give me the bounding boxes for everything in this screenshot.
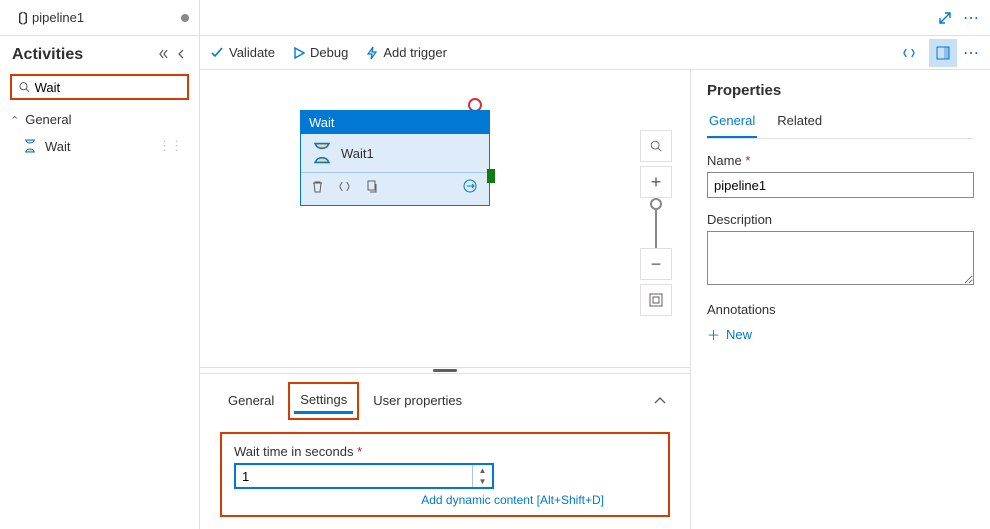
properties-toggle-button[interactable] <box>929 39 957 67</box>
plus-icon: ＋ <box>707 325 720 344</box>
collapse-panel-icon[interactable] <box>654 394 670 409</box>
code-view-button[interactable] <box>895 39 923 67</box>
add-annotation-label: New <box>726 327 752 342</box>
activity-node-wait[interactable]: Wait Wait1 <box>300 110 490 206</box>
group-general-label: General <box>25 112 71 127</box>
copy-icon[interactable] <box>365 180 378 196</box>
chevron-down-icon: ⌄ <box>10 113 19 126</box>
validate-label: Validate <box>229 45 275 60</box>
description-label: Description <box>707 212 974 227</box>
success-connector-icon[interactable] <box>487 169 495 183</box>
delete-icon[interactable] <box>311 180 324 196</box>
tab-user-properties[interactable]: User properties <box>365 387 470 416</box>
activity-item-wait[interactable]: Wait ⋮⋮ <box>16 133 189 159</box>
node-name-label: Wait1 <box>341 146 374 161</box>
search-icon <box>18 80 31 94</box>
add-dynamic-content-link[interactable]: Add dynamic content [Alt+Shift+D] <box>234 489 604 507</box>
expand-icon[interactable] <box>937 10 953 26</box>
zoom-in-button[interactable]: + <box>640 166 672 198</box>
debug-button[interactable]: Debug <box>293 45 348 60</box>
drag-grip-icon: ⋮⋮ <box>158 138 182 154</box>
tab-settings[interactable]: Settings <box>294 388 353 414</box>
unsaved-indicator-icon <box>181 14 189 22</box>
pipeline-tab[interactable]: 〔〕 pipeline1 <box>0 0 199 36</box>
collapse-single-icon[interactable] <box>173 46 189 64</box>
zoom-out-button[interactable]: − <box>640 248 672 280</box>
lightning-icon <box>366 46 378 60</box>
pipeline-toolbar: Validate Debug Add trigger ⋯ <box>200 36 990 70</box>
activities-search[interactable] <box>10 74 189 100</box>
activities-search-input[interactable] <box>35 80 181 95</box>
pipeline-icon: 〔〕 <box>10 8 26 27</box>
name-label: Name * <box>707 153 974 168</box>
group-general[interactable]: ⌄ General <box>10 112 189 127</box>
add-annotation-button[interactable]: ＋ New <box>707 321 974 344</box>
props-tab-general[interactable]: General <box>707 113 757 138</box>
zoom-thumb[interactable] <box>650 198 662 210</box>
more-icon[interactable]: ⋯ <box>963 8 980 28</box>
check-icon <box>210 46 224 60</box>
zoom-controls: + − <box>640 130 672 316</box>
debug-label: Debug <box>310 45 348 60</box>
collapse-double-icon[interactable] <box>155 46 173 64</box>
wait-time-field[interactable] <box>236 465 472 487</box>
pipeline-canvas[interactable]: Wait Wait1 + <box>200 70 690 367</box>
node-type-label: Wait <box>301 111 489 134</box>
spin-up-button[interactable]: ▲ <box>473 465 492 476</box>
spin-down-button[interactable]: ▼ <box>473 476 492 487</box>
props-tab-related[interactable]: Related <box>775 113 824 138</box>
properties-title: Properties <box>707 82 974 99</box>
description-input[interactable] <box>707 231 974 285</box>
activities-sidebar: 〔〕 pipeline1 Activities ⌄ General Wait ⋮… <box>0 0 200 529</box>
hourglass-icon <box>23 139 37 153</box>
add-trigger-button[interactable]: Add trigger <box>366 45 447 60</box>
editor-titlebar: ⋯ <box>200 0 990 36</box>
activity-config-panel: General Settings User properties Wait ti… <box>200 373 690 529</box>
braces-icon[interactable] <box>338 180 351 196</box>
pipeline-tab-title: pipeline1 <box>32 10 175 25</box>
properties-panel: Properties General Related Name * Descri… <box>690 70 990 529</box>
annotations-label: Annotations <box>707 302 974 317</box>
run-arrow-icon[interactable] <box>463 179 479 197</box>
hourglass-icon <box>311 142 333 164</box>
main-area: ⋯ Validate Debug Add trigger ⋯ <box>200 0 990 529</box>
wait-time-input[interactable]: ▲ ▼ <box>234 463 494 489</box>
play-icon <box>293 47 305 59</box>
toolbar-more-icon[interactable]: ⋯ <box>963 43 980 63</box>
tab-general[interactable]: General <box>220 387 282 416</box>
add-trigger-label: Add trigger <box>383 45 447 60</box>
validate-button[interactable]: Validate <box>210 45 275 60</box>
name-input[interactable] <box>707 172 974 198</box>
zoom-fit-button[interactable] <box>640 284 672 316</box>
zoom-search-button[interactable] <box>640 130 672 162</box>
wait-time-label: Wait time in seconds * <box>234 444 656 459</box>
activities-header: Activities <box>0 36 199 70</box>
activity-item-label: Wait <box>45 139 71 154</box>
activities-heading: Activities <box>12 46 155 64</box>
zoom-slider[interactable] <box>655 202 657 248</box>
